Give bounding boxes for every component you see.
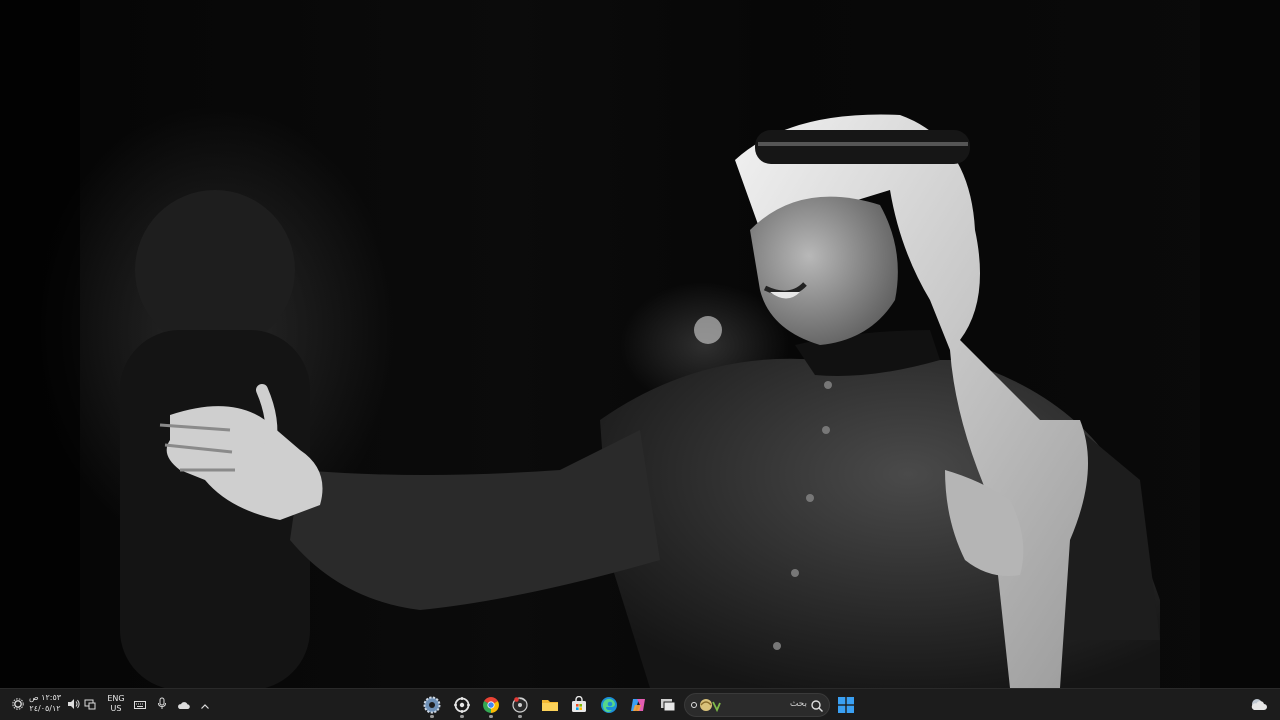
taskbar-app-copilot[interactable] [625, 689, 651, 720]
widgets-button[interactable] [1246, 689, 1272, 720]
taskbar-app-settings[interactable] [419, 689, 445, 720]
chevron-up-icon [200, 695, 210, 714]
windows-logo-icon [838, 696, 854, 713]
keyboard-icon [134, 695, 146, 714]
singer-photo [0, 0, 1280, 688]
desktop-video-frame [0, 0, 1280, 688]
copilot-icon [629, 696, 647, 714]
clock[interactable]: ١٢:٥٣ ص ٢٤/٠٥/١٢ [28, 692, 62, 718]
steam-icon [453, 696, 471, 714]
taskbar-app-steam[interactable] [449, 689, 475, 720]
settings-gear-icon [423, 696, 441, 714]
taskbar-task-view[interactable] [655, 689, 681, 720]
microphone-icon [157, 695, 167, 714]
taskbar-app-obs-recorder[interactable] [507, 689, 533, 720]
taskbar-app-microsoft-store[interactable] [566, 689, 592, 720]
volume-icon [67, 695, 80, 714]
search-highlight-image [689, 696, 723, 715]
taskbar-search-box[interactable]: بحث [684, 693, 830, 717]
language-line2: US [110, 704, 122, 713]
taskbar-app-chrome[interactable] [478, 689, 504, 720]
task-view-icon [660, 698, 676, 712]
taskbar-app-file-explorer[interactable] [537, 689, 563, 720]
language-line1: ENG [107, 694, 125, 703]
clock-time: ١٢:٥٣ ص [28, 693, 62, 702]
search-placeholder: بحث [789, 699, 807, 709]
tray-microphone[interactable] [153, 689, 171, 720]
show-hidden-icons-button[interactable] [196, 689, 214, 720]
search-icon [810, 698, 824, 712]
edge-icon [600, 696, 618, 714]
chrome-icon [482, 696, 500, 714]
taskbar: ١٢:٥٣ ص ٢٤/٠٥/١٢ ENG US بحث [0, 688, 1280, 720]
taskbar-app-edge[interactable] [596, 689, 622, 720]
folder-icon [541, 697, 559, 713]
tray-volume[interactable] [64, 689, 82, 720]
tray-keyboard[interactable] [131, 689, 149, 720]
clock-date: ٢٤/٠٥/١٢ [29, 704, 61, 713]
tray-settings-gear[interactable] [9, 689, 27, 720]
network-icon [84, 695, 96, 714]
start-button[interactable] [833, 689, 859, 720]
tray-network[interactable] [81, 689, 99, 720]
tray-onedrive[interactable] [174, 689, 192, 720]
running-indicator [430, 715, 434, 718]
running-indicator [518, 715, 522, 718]
store-bag-icon [570, 695, 588, 714]
running-indicator [489, 715, 493, 718]
running-indicator [460, 715, 464, 718]
cloud-icon [177, 695, 190, 714]
weather-cloud-icon [1250, 698, 1268, 712]
gear-icon [12, 695, 24, 714]
language-indicator[interactable]: ENG US [104, 694, 128, 714]
recorder-icon [511, 696, 529, 714]
